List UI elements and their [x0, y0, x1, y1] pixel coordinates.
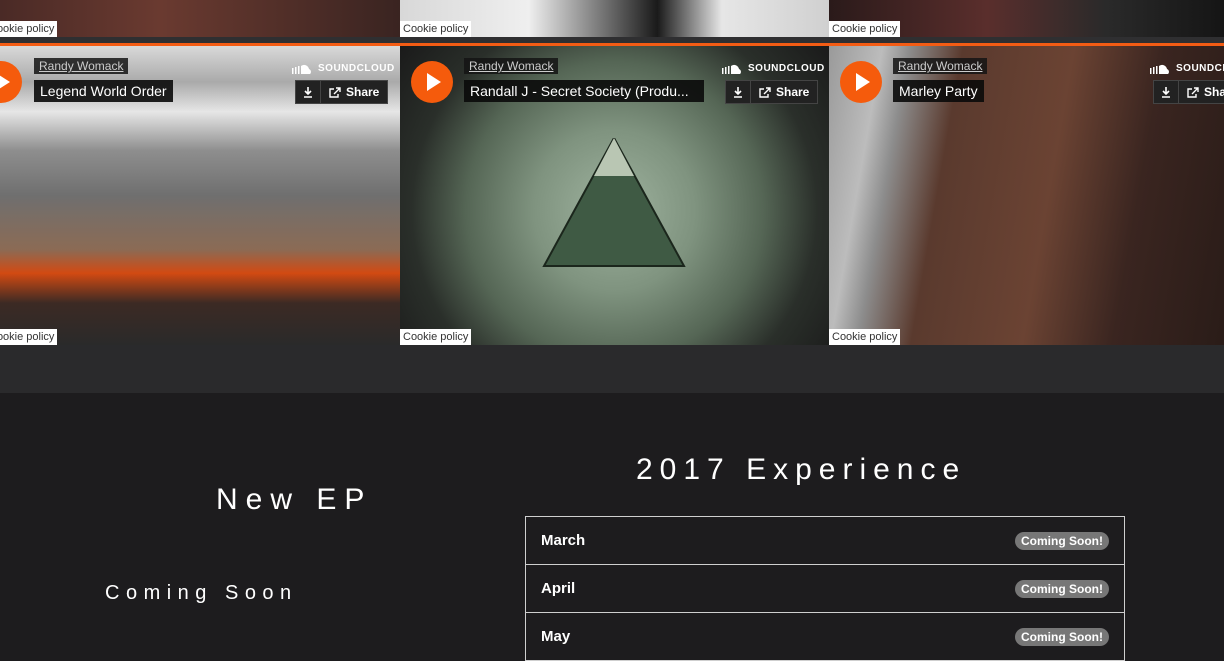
top-embed-3: Cookie policy — [829, 0, 1224, 37]
experience-heading: 2017 Experience — [636, 453, 967, 486]
download-button[interactable] — [725, 80, 751, 104]
section-divider-band — [0, 345, 1224, 393]
download-button[interactable] — [1153, 80, 1179, 104]
cookie-policy-link[interactable]: Cookie policy — [400, 329, 472, 345]
top-embed-1: Cookie policy — [0, 0, 400, 37]
player-actions: Share — [295, 80, 389, 104]
soundcloud-logo[interactable]: SOUNDCLOUD — [292, 63, 395, 74]
share-label: Share — [346, 85, 380, 99]
share-button[interactable]: Share — [1179, 80, 1224, 104]
soundcloud-logo-icon — [292, 64, 311, 74]
artist-link[interactable]: Randy Womack — [893, 58, 988, 74]
track-title-link[interactable]: Legend World Order — [34, 80, 173, 102]
share-icon — [759, 86, 771, 98]
share-label: Share — [1204, 85, 1224, 99]
share-icon — [329, 86, 341, 98]
soundcloud-player-1[interactable]: Randy Womack Legend World Order SOUNDCLO… — [0, 46, 400, 345]
schedule-row: March Coming Soon! — [526, 517, 1124, 565]
share-button[interactable]: Share — [751, 80, 819, 104]
download-icon — [1162, 86, 1170, 98]
status-badge: Coming Soon! — [1015, 531, 1109, 550]
play-icon — [427, 73, 441, 91]
soundcloud-logo-icon — [722, 64, 741, 74]
cookie-policy-link[interactable]: Cookie policy — [829, 21, 901, 37]
schedule-row: April Coming Soon! — [526, 565, 1124, 613]
new-ep-subtitle: Coming Soon — [105, 582, 298, 604]
cookie-policy-link[interactable]: Cookie policy — [0, 329, 58, 345]
soundcloud-logo-icon — [1150, 64, 1169, 74]
download-icon — [734, 86, 742, 98]
schedule-month: March — [541, 532, 586, 549]
pyramid-artwork-icon — [542, 138, 686, 267]
play-icon — [856, 73, 870, 91]
track-title-link[interactable]: Marley Party — [893, 80, 984, 102]
soundcloud-brand: SOUNDCLOUD — [748, 63, 825, 74]
track-title-link[interactable]: Randall J - Secret Society (Produ... — [464, 80, 704, 102]
status-badge: Coming Soon! — [1015, 579, 1109, 598]
play-button[interactable] — [411, 61, 453, 103]
schedule-row: May Coming Soon! — [526, 613, 1124, 661]
play-button[interactable] — [840, 61, 882, 103]
cookie-policy-link[interactable]: Cookie policy — [400, 21, 472, 37]
soundcloud-player-3[interactable]: Randy Womack Marley Party SOUNDCLOUD Sha… — [829, 46, 1224, 345]
player-actions: Share — [1153, 80, 1224, 104]
schedule-month: May — [541, 628, 571, 645]
artist-link[interactable]: Randy Womack — [34, 58, 129, 74]
download-icon — [304, 86, 312, 98]
soundcloud-brand: SOUNDCLOUD — [1176, 63, 1224, 74]
schedule-month: April — [541, 580, 576, 597]
cookie-policy-link[interactable]: Cookie policy — [0, 21, 58, 37]
artist-link[interactable]: Randy Womack — [464, 58, 559, 74]
status-badge: Coming Soon! — [1015, 627, 1109, 646]
soundcloud-logo[interactable]: SOUNDCLOUD — [1150, 63, 1224, 74]
experience-schedule: March Coming Soon! April Coming Soon! Ma… — [525, 516, 1125, 661]
share-icon — [1187, 86, 1199, 98]
player-actions: Share — [725, 80, 819, 104]
play-icon — [0, 73, 10, 91]
soundcloud-player-2[interactable]: Randy Womack Randall J - Secret Society … — [400, 46, 829, 345]
share-label: Share — [776, 85, 810, 99]
soundcloud-brand: SOUNDCLOUD — [318, 63, 395, 74]
soundcloud-logo[interactable]: SOUNDCLOUD — [722, 63, 825, 74]
top-embed-row: Cookie policy Cookie policy Cookie polic… — [0, 0, 1224, 37]
new-ep-heading: New EP — [216, 483, 373, 516]
top-embed-2: Cookie policy — [400, 0, 829, 37]
download-button[interactable] — [295, 80, 321, 104]
cookie-policy-link[interactable]: Cookie policy — [829, 329, 901, 345]
share-button[interactable]: Share — [321, 80, 389, 104]
